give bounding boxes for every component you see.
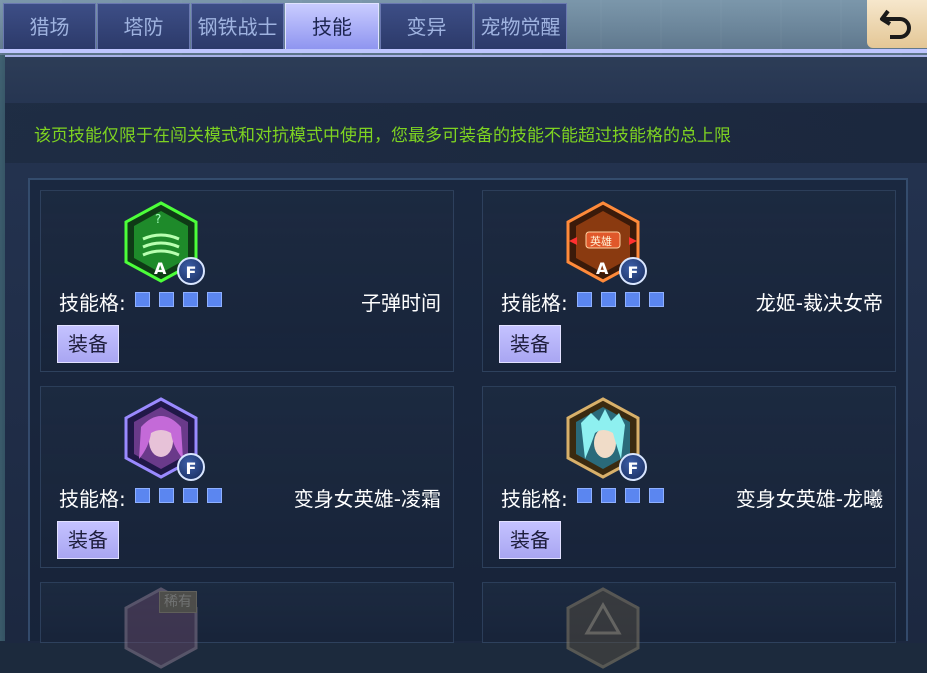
slot-indicators	[135, 292, 222, 307]
slot-label: 技能格:	[59, 291, 126, 315]
f-badge-icon: F	[619, 257, 647, 285]
back-button[interactable]	[867, 0, 927, 48]
skill-card: 英雄 A F 技能格: 龙姬-裁决女帝 装备	[482, 190, 896, 372]
slot-square	[649, 488, 664, 503]
slot-label: 技能格:	[501, 487, 568, 511]
tab-underline	[0, 49, 927, 53]
tab-tower-defense[interactable]: 塔防	[97, 3, 190, 49]
slot-square	[183, 292, 198, 307]
skill-grid: ? A F 技能格: 子弹时间 装备 英雄 A F 技能格: 龙姬-裁决女帝 装…	[28, 178, 908, 669]
svg-text:?: ?	[155, 212, 161, 226]
tab-mutation[interactable]: 变异	[380, 3, 473, 49]
skill-name: 子弹时间	[361, 291, 441, 315]
slot-label: 技能格:	[501, 291, 568, 315]
skill-name: 变身女英雄-凌霜	[293, 487, 441, 511]
tab-bar: 猎场 塔防 钢铁战士 技能 变异 宠物觉醒	[0, 0, 927, 53]
rare-tag: 稀有	[159, 591, 197, 613]
slot-square	[135, 292, 150, 307]
slot-square	[625, 292, 640, 307]
slot-label: 技能格:	[59, 487, 126, 511]
equip-button[interactable]: 装备	[57, 521, 119, 559]
skill-card: F 技能格: 变身女英雄-凌霜 装备	[40, 386, 454, 568]
grade-a-label: A	[596, 259, 609, 278]
slot-indicators	[577, 488, 664, 503]
slot-square	[207, 488, 222, 503]
hero-skill-icon	[565, 587, 645, 673]
bullet-time-skill-icon: ? A F	[123, 201, 205, 287]
slot-square	[577, 292, 592, 307]
tab-pet-awakening[interactable]: 宠物觉醒	[474, 3, 567, 49]
skill-card: F 技能格: 变身女英雄-龙曦 装备	[482, 386, 896, 568]
slot-square	[649, 292, 664, 307]
slot-square	[601, 292, 616, 307]
equip-button[interactable]: 装备	[499, 325, 561, 363]
lingshuang-hero-portrait-icon: F	[123, 397, 205, 483]
dragon-princess-hero-icon: 英雄 A F	[565, 201, 647, 287]
slot-indicators	[135, 488, 222, 503]
slot-square	[159, 292, 174, 307]
f-badge-icon: F	[177, 453, 205, 481]
f-badge-icon: F	[177, 257, 205, 285]
slot-square	[601, 488, 616, 503]
slot-square	[577, 488, 592, 503]
tab-iron-warrior[interactable]: 钢铁战士	[191, 3, 284, 49]
notice-text: 该页技能仅限于在闯关模式和对抗模式中使用，您最多可装备的技能不能超过技能格的总上…	[34, 126, 731, 146]
skill-card-partial: 稀有	[40, 582, 454, 669]
rare-skill-icon: 稀有	[123, 587, 203, 673]
slot-indicators	[577, 292, 664, 307]
tab-hunting[interactable]: 猎场	[3, 3, 96, 49]
slot-square	[135, 488, 150, 503]
equip-button[interactable]: 装备	[499, 521, 561, 559]
f-badge-icon: F	[619, 453, 647, 481]
equip-button[interactable]: 装备	[57, 325, 119, 363]
hero-tag-label: 英雄	[590, 234, 612, 248]
slot-square	[207, 292, 222, 307]
longxi-hero-portrait-icon: F	[565, 397, 647, 483]
undo-arrow-icon	[880, 9, 911, 39]
grade-a-label: A	[154, 259, 167, 278]
skill-card-partial	[482, 582, 896, 669]
slot-square	[625, 488, 640, 503]
skill-name: 龙姬-裁决女帝	[755, 291, 883, 315]
skill-name: 变身女英雄-龙曦	[735, 487, 883, 511]
tab-skills[interactable]: 技能	[285, 3, 379, 49]
slot-square	[159, 488, 174, 503]
skill-card: ? A F 技能格: 子弹时间 装备	[40, 190, 454, 372]
slot-square	[183, 488, 198, 503]
